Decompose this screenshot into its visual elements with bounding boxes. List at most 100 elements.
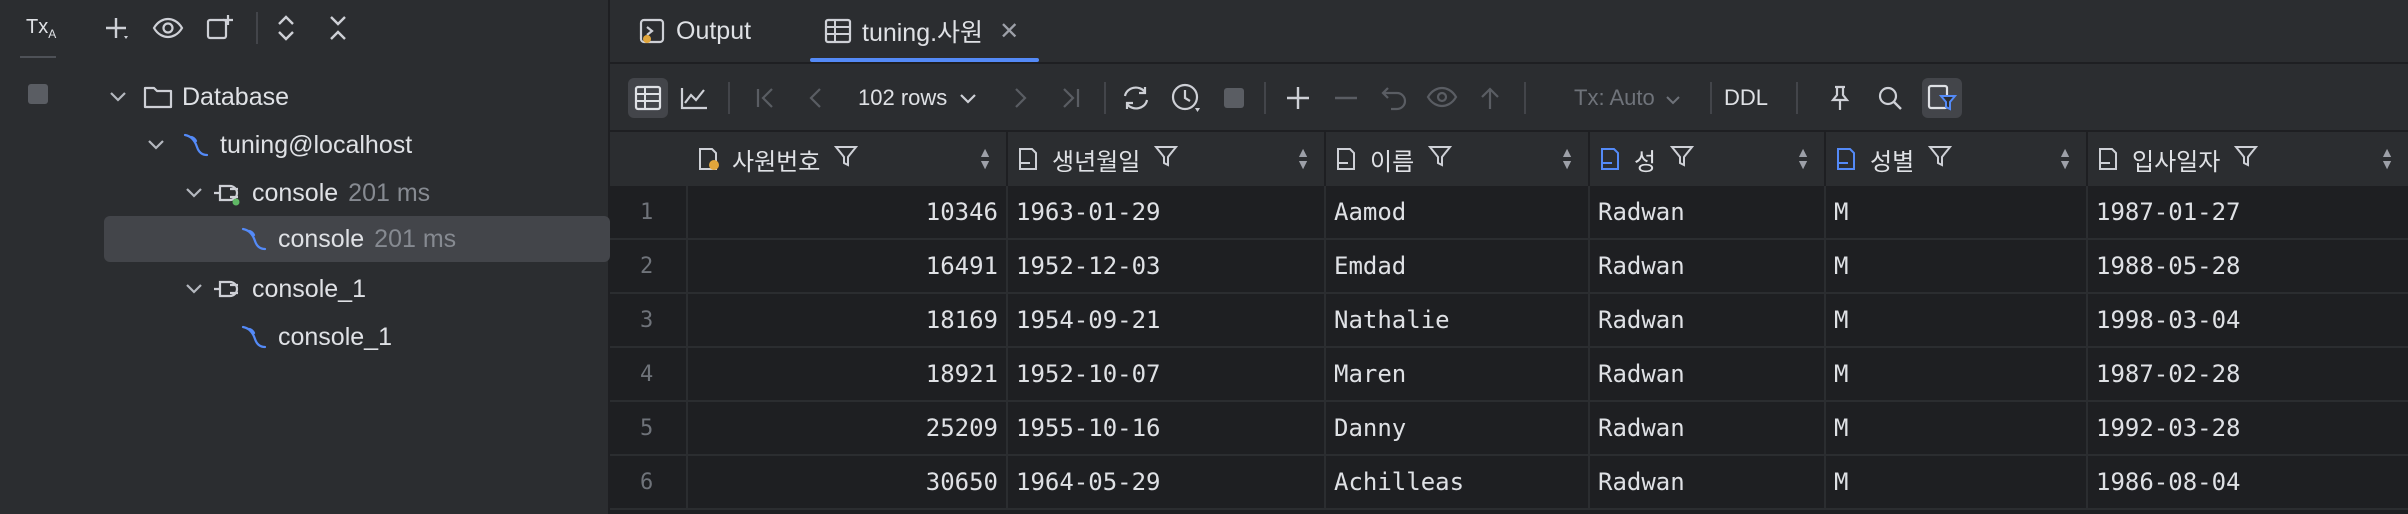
table-cell[interactable]: 1987-02-28 xyxy=(2088,348,2408,400)
stop-square-icon[interactable] xyxy=(28,84,48,104)
refresh-icon[interactable] xyxy=(1116,78,1156,118)
table-cell[interactable]: 18921 xyxy=(688,348,1008,400)
tree-item-database[interactable]: Database xyxy=(106,74,289,120)
first-page-icon[interactable] xyxy=(746,78,786,118)
filter-icon[interactable] xyxy=(1428,144,1453,175)
column-header[interactable]: 이름 ▲ ▼ xyxy=(1326,132,1590,186)
pin-icon[interactable] xyxy=(1820,78,1860,118)
transaction-mode-icon[interactable]: TxA xyxy=(26,16,56,41)
table-cell[interactable]: 18169 xyxy=(688,294,1008,346)
close-icon[interactable]: ✕ xyxy=(999,17,1019,46)
table-row[interactable]: 1 10346 1963-01-29 Aamod Radwan M 1987-01-27 xyxy=(610,186,2408,240)
history-clock-icon[interactable] xyxy=(1166,78,1206,118)
table-cell[interactable]: M xyxy=(1826,348,2088,400)
tree-item-console1-session[interactable]: console_1 xyxy=(182,266,366,312)
filter-icon[interactable] xyxy=(1928,144,1953,175)
ddl-button[interactable]: DDL xyxy=(1724,78,1768,118)
table-cell[interactable]: M xyxy=(1826,402,2088,454)
table-cell[interactable]: 1987-01-27 xyxy=(2088,186,2408,238)
table-cell[interactable]: 1988-05-28 xyxy=(2088,240,2408,292)
tree-item-console-selected[interactable]: console 201 ms xyxy=(104,216,610,262)
table-cell[interactable]: Radwan xyxy=(1590,240,1826,292)
collapse-all-icon[interactable] xyxy=(322,12,354,44)
tab-table[interactable]: tuning.사원 ✕ xyxy=(810,0,1040,62)
tab-output[interactable]: Output xyxy=(636,0,751,62)
stop-icon[interactable] xyxy=(1214,78,1254,118)
table-cell[interactable]: Radwan xyxy=(1590,294,1826,346)
table-row[interactable]: 4 18921 1952-10-07 Maren Radwan M 1987-02-28 xyxy=(610,348,2408,402)
table-cell[interactable]: 1955-10-16 xyxy=(1008,402,1326,454)
column-header[interactable]: 사원번호 ▲ ▼ xyxy=(688,132,1008,186)
table-cell[interactable]: 1952-12-03 xyxy=(1008,240,1326,292)
chevron-down-icon[interactable] xyxy=(182,277,206,301)
submit-arrow-up-icon[interactable] xyxy=(1470,78,1510,118)
add-row-icon[interactable] xyxy=(1278,78,1318,118)
rows-count-dropdown[interactable]: 102 rows xyxy=(858,78,977,118)
table-cell[interactable]: M xyxy=(1826,456,2088,508)
chevron-down-icon[interactable] xyxy=(144,133,168,157)
grid-view-icon[interactable] xyxy=(628,78,668,118)
column-header[interactable]: 성 ▲ ▼ xyxy=(1590,132,1826,186)
table-cell[interactable]: Emdad xyxy=(1326,240,1590,292)
tree-item-tuning-localhost[interactable]: tuning@localhost xyxy=(144,122,412,168)
remove-row-icon[interactable] xyxy=(1326,78,1366,118)
table-cell[interactable]: Maren xyxy=(1326,348,1590,400)
preview-changes-icon[interactable] xyxy=(1422,78,1462,118)
column-header[interactable]: 성별 ▲ ▼ xyxy=(1826,132,2088,186)
sort-icon[interactable]: ▲ ▼ xyxy=(1296,145,1310,171)
table-cell[interactable]: 30650 xyxy=(688,456,1008,508)
tree-item-console-session[interactable]: console 201 ms xyxy=(182,170,430,216)
filter-icon[interactable] xyxy=(2234,144,2259,175)
table-cell[interactable]: Nathalie xyxy=(1326,294,1590,346)
sort-icon[interactable]: ▲ ▼ xyxy=(978,145,992,171)
table-cell[interactable]: 10346 xyxy=(688,186,1008,238)
table-row[interactable]: 5 25209 1955-10-16 Danny Radwan M 1992-03-28 xyxy=(610,402,2408,456)
table-cell[interactable]: Radwan xyxy=(1590,186,1826,238)
new-tab-icon[interactable] xyxy=(204,12,236,44)
filter-icon[interactable] xyxy=(834,144,859,175)
table-cell[interactable]: M xyxy=(1826,186,2088,238)
table-row[interactable]: 6 30650 1964-05-29 Achilleas Radwan M 1986-08-… xyxy=(610,456,2408,510)
chevron-down-icon[interactable] xyxy=(106,85,130,109)
table-cell[interactable]: Radwan xyxy=(1590,456,1826,508)
table-cell[interactable]: 1954-09-21 xyxy=(1008,294,1326,346)
table-cell[interactable]: 1986-08-04 xyxy=(2088,456,2408,508)
table-cell[interactable]: Achilleas xyxy=(1326,456,1590,508)
table-cell[interactable]: 16491 xyxy=(688,240,1008,292)
table-cell[interactable]: 1963-01-29 xyxy=(1008,186,1326,238)
expand-all-icon[interactable] xyxy=(270,12,302,44)
tree-item-console1[interactable]: console_1 xyxy=(238,314,392,360)
table-cell[interactable]: 1964-05-29 xyxy=(1008,456,1326,508)
last-page-icon[interactable] xyxy=(1050,78,1090,118)
revert-icon[interactable] xyxy=(1374,78,1414,118)
column-header[interactable]: 생년월일 ▲ ▼ xyxy=(1008,132,1326,186)
table-cell[interactable]: Radwan xyxy=(1590,348,1826,400)
table-cell[interactable]: 1998-03-04 xyxy=(2088,294,2408,346)
chart-view-icon[interactable] xyxy=(674,78,714,118)
table-cell[interactable]: Danny xyxy=(1326,402,1590,454)
table-cell[interactable]: 1992-03-28 xyxy=(2088,402,2408,454)
add-icon[interactable] xyxy=(100,12,132,44)
table-cell[interactable]: Radwan xyxy=(1590,402,1826,454)
table-cell[interactable]: 25209 xyxy=(688,402,1008,454)
table-cell[interactable]: 1952-10-07 xyxy=(1008,348,1326,400)
table-cell[interactable]: M xyxy=(1826,294,2088,346)
chevron-down-icon[interactable] xyxy=(182,181,206,205)
table-row[interactable]: 2 16491 1952-12-03 Emdad Radwan M 1988-05-28 xyxy=(610,240,2408,294)
sort-icon[interactable]: ▲ ▼ xyxy=(2058,145,2072,171)
next-page-icon[interactable] xyxy=(1000,78,1040,118)
tx-mode-dropdown[interactable]: Tx: Auto xyxy=(1574,78,1681,118)
column-header[interactable]: 입사일자 ▲ ▼ xyxy=(2088,132,2408,186)
filter-settings-icon[interactable] xyxy=(1922,78,1962,118)
table-cell[interactable]: Aamod xyxy=(1326,186,1590,238)
eye-icon[interactable] xyxy=(152,12,184,44)
table-cell[interactable]: M xyxy=(1826,240,2088,292)
filter-icon[interactable] xyxy=(1670,144,1695,175)
sort-icon[interactable]: ▲ ▼ xyxy=(2380,145,2394,171)
filter-icon[interactable] xyxy=(1154,144,1179,175)
sort-icon[interactable]: ▲ ▼ xyxy=(1796,145,1810,171)
search-icon[interactable] xyxy=(1870,78,1910,118)
table-row[interactable]: 3 18169 1954-09-21 Nathalie Radwan M 1998-03-0… xyxy=(610,294,2408,348)
previous-page-icon[interactable] xyxy=(796,78,836,118)
sort-icon[interactable]: ▲ ▼ xyxy=(1560,145,1574,171)
